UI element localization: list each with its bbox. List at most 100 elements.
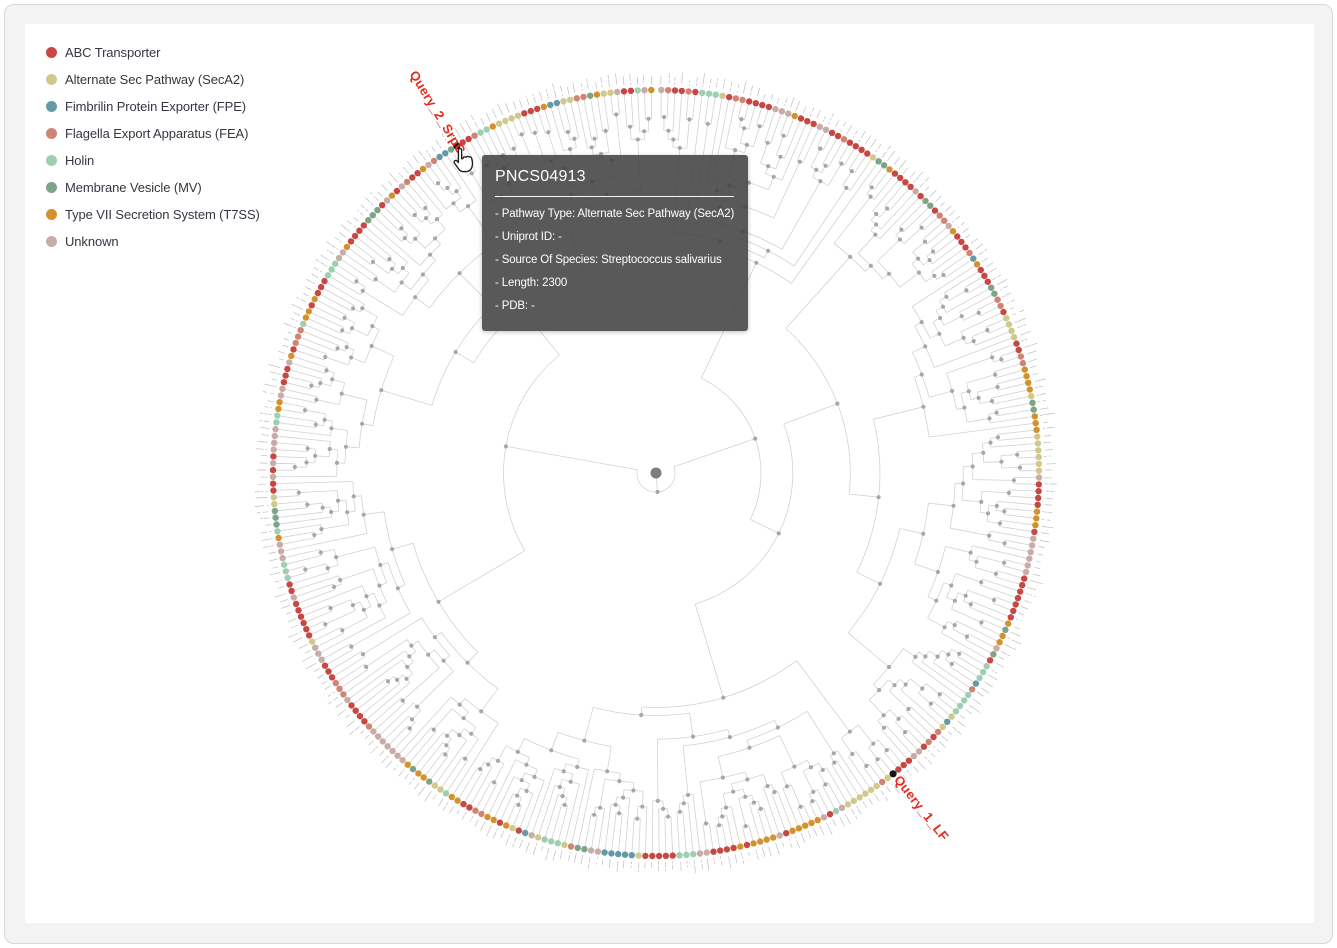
leaf-node[interactable] xyxy=(357,713,363,719)
leaf-node[interactable] xyxy=(875,158,881,164)
leaf-node[interactable] xyxy=(885,775,891,781)
leaf-node[interactable] xyxy=(980,669,986,675)
leaf-node[interactable] xyxy=(309,638,315,644)
leaf-node[interactable] xyxy=(672,87,678,93)
leaf-node[interactable] xyxy=(270,460,276,466)
leaf-node[interactable] xyxy=(312,645,318,651)
leaf-node[interactable] xyxy=(295,607,301,613)
leaf-node[interactable] xyxy=(404,179,410,185)
leaf-node[interactable] xyxy=(851,798,857,804)
leaf-node[interactable] xyxy=(588,847,594,853)
leaf-node[interactable] xyxy=(746,98,752,104)
leaf-node[interactable] xyxy=(798,115,804,121)
leaf-node[interactable] xyxy=(614,89,620,95)
leaf-node[interactable] xyxy=(1023,373,1029,379)
leaf-node[interactable] xyxy=(587,93,593,99)
leaf-node[interactable] xyxy=(300,620,306,626)
leaf-node[interactable] xyxy=(370,212,376,218)
leaf-node[interactable] xyxy=(1033,427,1039,433)
leaf-node[interactable] xyxy=(853,143,859,149)
leaf-node[interactable] xyxy=(953,708,959,714)
leaf-node[interactable] xyxy=(409,174,415,180)
leaf-node[interactable] xyxy=(344,244,350,250)
leaf-node[interactable] xyxy=(340,249,346,255)
leaf-node[interactable] xyxy=(414,170,420,176)
leaf-node[interactable] xyxy=(976,675,982,681)
leaf-node[interactable] xyxy=(699,90,705,96)
leaf-node[interactable] xyxy=(719,93,725,99)
leaf-node[interactable] xyxy=(999,633,1005,639)
leaf-node[interactable] xyxy=(1028,393,1034,399)
leaf-node[interactable] xyxy=(932,207,938,213)
leaf-node[interactable] xyxy=(554,100,560,106)
leaf-node[interactable] xyxy=(1022,366,1028,372)
leaf-node[interactable] xyxy=(336,686,342,692)
leaf-node[interactable] xyxy=(912,188,918,194)
leaf-node[interactable] xyxy=(375,733,381,739)
leaf-node[interactable] xyxy=(635,852,641,858)
leaf-node[interactable] xyxy=(601,90,607,96)
leaf-node[interactable] xyxy=(515,113,521,119)
leaf-node[interactable] xyxy=(783,830,789,836)
leaf-node[interactable] xyxy=(460,801,466,807)
leaf-node[interactable] xyxy=(792,113,798,119)
leaf-node[interactable] xyxy=(315,651,321,657)
leaf-node[interactable] xyxy=(621,88,627,94)
leaf-node[interactable] xyxy=(309,302,315,308)
leaf-node[interactable] xyxy=(437,786,443,792)
leaf-node[interactable] xyxy=(895,766,901,772)
leaf-node[interactable] xyxy=(555,840,561,846)
leaf-node[interactable] xyxy=(443,790,449,796)
leaf-node[interactable] xyxy=(594,91,600,97)
leaf-node[interactable] xyxy=(990,651,996,657)
leaf-node[interactable] xyxy=(278,548,284,554)
leaf-node[interactable] xyxy=(1031,406,1037,412)
leaf-node[interactable] xyxy=(862,791,868,797)
leaf-node[interactable] xyxy=(724,846,730,852)
leaf-node[interactable] xyxy=(293,601,299,607)
leaf-node[interactable] xyxy=(353,708,359,714)
leaf-node[interactable] xyxy=(785,110,791,116)
leaf-node[interactable] xyxy=(608,850,614,856)
leaf-node[interactable] xyxy=(954,233,960,239)
leaf-node[interactable] xyxy=(1036,474,1042,480)
leaf-node[interactable] xyxy=(1036,468,1042,474)
leaf-node[interactable] xyxy=(560,98,566,104)
leaf-node[interactable] xyxy=(1034,508,1040,514)
leaf-node[interactable] xyxy=(993,645,999,651)
leaf-node[interactable] xyxy=(432,782,438,788)
leaf-node[interactable] xyxy=(1019,582,1025,588)
leaf-node[interactable] xyxy=(275,535,281,541)
leaf-node[interactable] xyxy=(374,207,380,213)
leaf-node[interactable] xyxy=(425,162,431,168)
leaf-node[interactable] xyxy=(535,834,541,840)
leaf-node[interactable] xyxy=(306,632,312,638)
leaf-node[interactable] xyxy=(275,406,281,412)
leaf-node[interactable] xyxy=(902,179,908,185)
leaf-node[interactable] xyxy=(665,87,671,93)
leaf-node[interactable] xyxy=(276,399,282,405)
leaf-node[interactable] xyxy=(879,779,885,785)
leaf-node[interactable] xyxy=(658,87,664,93)
leaf-node[interactable] xyxy=(907,184,913,190)
leaf-node[interactable] xyxy=(1036,461,1042,467)
leaf-node[interactable] xyxy=(410,766,416,772)
leaf-node[interactable] xyxy=(733,95,739,101)
leaf-node[interactable] xyxy=(1029,542,1035,548)
leaf-node[interactable] xyxy=(808,820,814,826)
leaf-node[interactable] xyxy=(868,787,874,793)
leaf-node[interactable] xyxy=(996,639,1002,645)
leaf-node[interactable] xyxy=(981,273,987,279)
leaf-node[interactable] xyxy=(490,123,496,129)
leaf-node[interactable] xyxy=(278,392,284,398)
leaf-node[interactable] xyxy=(1008,614,1014,620)
leaf-node[interactable] xyxy=(312,296,318,302)
leaf-node[interactable] xyxy=(290,346,296,352)
leaf-node[interactable] xyxy=(802,823,808,829)
leaf-node[interactable] xyxy=(944,719,950,725)
leaf-node[interactable] xyxy=(288,588,294,594)
leaf-node[interactable] xyxy=(315,290,321,296)
leaf-node[interactable] xyxy=(988,285,994,291)
leaf-node[interactable] xyxy=(622,852,628,858)
leaf-node[interactable] xyxy=(291,594,297,600)
